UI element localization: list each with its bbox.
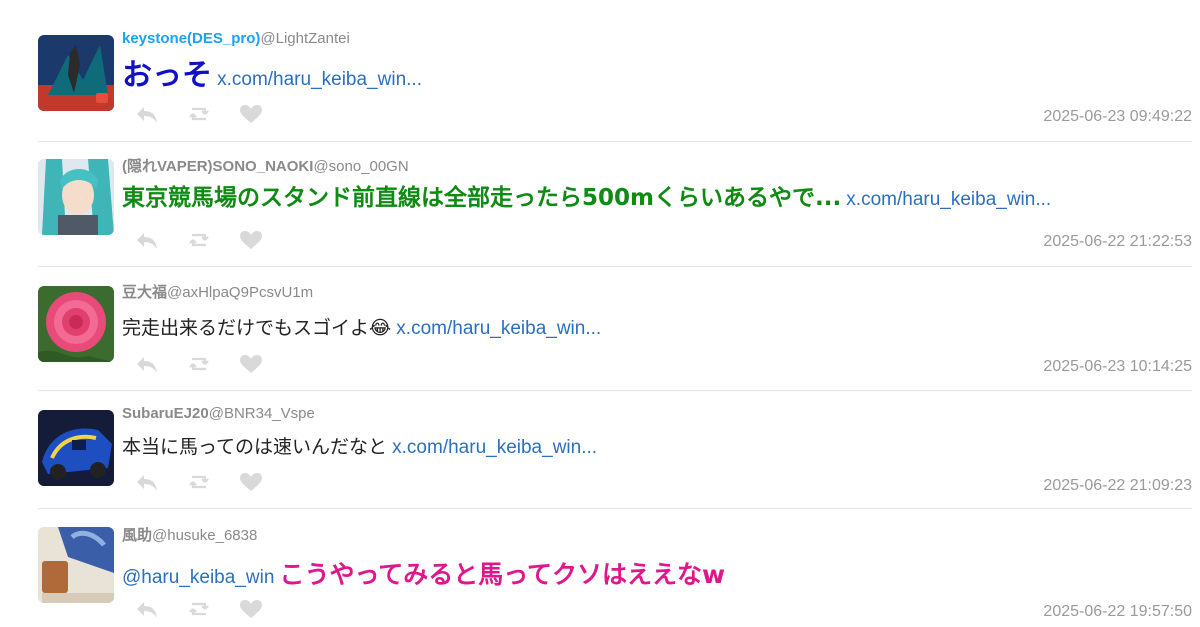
user-handle[interactable]: @sono_00GN bbox=[313, 158, 408, 175]
tweet-text: おっそ bbox=[122, 58, 212, 93]
tweet-body: 完走出来るだけでもスゴイよ😂 x.com/haru_keiba_win... bbox=[122, 317, 601, 339]
tweet-body: @haru_keiba_win こうやってみると馬ってクソはええなw bbox=[122, 562, 725, 587]
retweet-icon[interactable] bbox=[186, 229, 212, 251]
username[interactable]: (隠れVAPER)SONO_NAOKI bbox=[122, 158, 313, 175]
tweet-item: 豆大福@axHlpaQ9PcsvU1m 完走出来るだけでもスゴイよ😂 x.com… bbox=[38, 267, 1192, 391]
avatar[interactable] bbox=[38, 527, 114, 603]
tweet-feed: keystone(DES_pro)@LightZantei おっそ x.com/… bbox=[38, 23, 1192, 627]
retweet-icon[interactable] bbox=[186, 598, 212, 620]
tweet-text: こうやってみると馬ってクソはええなw bbox=[279, 560, 726, 589]
timestamp: 2025-06-22 21:09:23 bbox=[1043, 477, 1192, 494]
tweet-header: keystone(DES_pro)@LightZantei bbox=[122, 30, 350, 47]
username[interactable]: 豆大福 bbox=[122, 284, 167, 301]
heart-icon[interactable] bbox=[238, 598, 264, 620]
user-handle[interactable]: @axHlpaQ9PcsvU1m bbox=[167, 284, 313, 301]
retweet-icon[interactable] bbox=[186, 353, 212, 375]
reply-icon[interactable] bbox=[134, 353, 160, 375]
timestamp: 2025-06-23 09:49:22 bbox=[1043, 108, 1192, 125]
tweet-text: 東京競馬場のスタンド前直線は全部走ったら500mくらいあるやで... bbox=[122, 185, 842, 211]
heart-icon[interactable] bbox=[238, 229, 264, 251]
tweet-actions bbox=[134, 103, 264, 125]
tweet-item: SubaruEJ20@BNR34_Vspe 本当に馬ってのは速いんだなと x.c… bbox=[38, 391, 1192, 509]
tweet-text: 完走出来るだけでもスゴイよ😂 bbox=[122, 317, 392, 339]
timestamp: 2025-06-23 10:14:25 bbox=[1043, 358, 1192, 375]
avatar[interactable] bbox=[38, 410, 114, 486]
tweet-header: 豆大福@axHlpaQ9PcsvU1m bbox=[122, 281, 313, 302]
retweet-icon[interactable] bbox=[186, 471, 212, 493]
avatar[interactable] bbox=[38, 159, 114, 235]
username[interactable]: 風助 bbox=[122, 527, 152, 544]
retweet-icon[interactable] bbox=[186, 103, 212, 125]
tweet-actions bbox=[134, 229, 264, 251]
tweet-body: 東京競馬場のスタンド前直線は全部走ったら500mくらいあるやで... x.com… bbox=[122, 187, 1051, 210]
tweet-link[interactable]: x.com/haru_keiba_win... bbox=[396, 318, 601, 339]
tweet-actions bbox=[134, 598, 264, 620]
username[interactable]: SubaruEJ20 bbox=[122, 405, 209, 422]
timestamp: 2025-06-22 19:57:50 bbox=[1043, 603, 1192, 620]
tweet-link[interactable]: x.com/haru_keiba_win... bbox=[217, 69, 422, 90]
tweet-body: おっそ x.com/haru_keiba_win... bbox=[122, 61, 422, 91]
reply-icon[interactable] bbox=[134, 598, 160, 620]
timestamp: 2025-06-22 21:22:53 bbox=[1043, 233, 1192, 250]
reply-icon[interactable] bbox=[134, 103, 160, 125]
tweet-header: 風助@husuke_6838 bbox=[122, 524, 257, 545]
tweet-item: 風助@husuke_6838 @haru_keiba_win こうやってみると馬… bbox=[38, 509, 1192, 627]
heart-icon[interactable] bbox=[238, 103, 264, 125]
mention-link[interactable]: @haru_keiba_win bbox=[122, 567, 274, 588]
tweet-link[interactable]: x.com/haru_keiba_win... bbox=[392, 437, 597, 458]
tweet-header: (隠れVAPER)SONO_NAOKI@sono_00GN bbox=[122, 155, 409, 176]
tweet-text: 本当に馬ってのは速いんだなと bbox=[122, 436, 388, 458]
avatar[interactable] bbox=[38, 35, 114, 111]
tweet-item: (隠れVAPER)SONO_NAOKI@sono_00GN 東京競馬場のスタンド… bbox=[38, 142, 1192, 267]
user-handle[interactable]: @LightZantei bbox=[260, 30, 349, 47]
heart-icon[interactable] bbox=[238, 353, 264, 375]
user-handle[interactable]: @husuke_6838 bbox=[152, 527, 257, 544]
tweet-actions bbox=[134, 353, 264, 375]
tweet-actions bbox=[134, 471, 264, 493]
avatar[interactable] bbox=[38, 286, 114, 362]
user-handle[interactable]: @BNR34_Vspe bbox=[209, 405, 315, 422]
tweet-link[interactable]: x.com/haru_keiba_win... bbox=[846, 189, 1051, 210]
tweet-body: 本当に馬ってのは速いんだなと x.com/haru_keiba_win... bbox=[122, 436, 597, 458]
username[interactable]: keystone(DES_pro) bbox=[122, 30, 260, 47]
reply-icon[interactable] bbox=[134, 471, 160, 493]
tweet-header: SubaruEJ20@BNR34_Vspe bbox=[122, 405, 315, 422]
tweet-item: keystone(DES_pro)@LightZantei おっそ x.com/… bbox=[38, 23, 1192, 142]
reply-icon[interactable] bbox=[134, 229, 160, 251]
heart-icon[interactable] bbox=[238, 471, 264, 493]
